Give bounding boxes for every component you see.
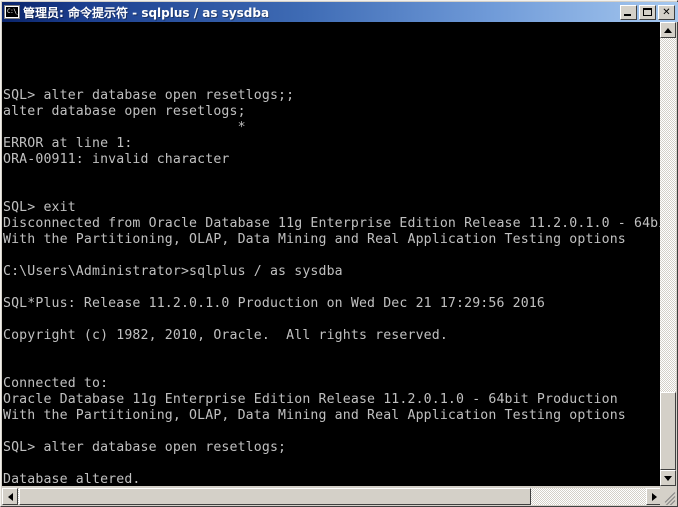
horizontal-scroll-thumb[interactable]	[19, 488, 531, 505]
terminal-line: SQL*Plus: Release 11.2.0.1.0 Production …	[3, 296, 545, 311]
terminal-line: ORA-00911: invalid character	[3, 152, 230, 167]
console-icon: C:\_	[4, 5, 20, 19]
minimize-button[interactable]	[620, 4, 637, 20]
scroll-left-arrow-icon	[7, 492, 13, 501]
scroll-up-arrow-icon	[664, 27, 672, 33]
close-button[interactable]: ✕	[658, 4, 675, 20]
close-icon: ✕	[662, 6, 671, 18]
terminal-line: SQL> alter database open resetlogs;;	[3, 88, 295, 103]
terminal-line: *	[3, 120, 246, 135]
horizontal-scrollbar[interactable]	[2, 488, 662, 505]
console-icon-text: C:\_	[6, 7, 18, 17]
window-title: 管理员: 命令提示符 - sqlplus / as sysdba	[23, 5, 270, 20]
terminal-line: ERROR at line 1:	[3, 136, 133, 151]
scroll-down-arrow-icon	[664, 475, 672, 481]
terminal-line: Disconnected from Oracle Database 11g En…	[3, 216, 662, 231]
terminal-line: With the Partitioning, OLAP, Data Mining…	[3, 408, 626, 423]
terminal-output-area[interactable]: SQL> alter database open resetlogs;; alte…	[2, 22, 662, 486]
minimize-icon	[624, 13, 631, 16]
window-controls: ✕	[620, 4, 675, 20]
terminal-line: C:\Users\Administrator>sqlplus / as sysd…	[3, 264, 343, 279]
vertical-scrollbar[interactable]	[660, 22, 676, 486]
terminal-line: Copyright (c) 1982, 2010, Oracle. All ri…	[3, 328, 448, 343]
terminal-line: SQL> exit	[3, 200, 76, 215]
scroll-right-arrow-icon	[651, 492, 657, 501]
vertical-scroll-thumb[interactable]	[660, 392, 676, 470]
terminal-screen: SQL> alter database open resetlogs;; alte…	[2, 22, 662, 486]
scroll-up-button[interactable]	[660, 22, 676, 38]
scroll-left-button[interactable]	[2, 488, 18, 505]
terminal-line: Database altered.	[3, 472, 141, 486]
title-bar[interactable]: C:\_ 管理员: 命令提示符 - sqlplus / as sysdba ✕	[2, 2, 678, 22]
resize-grip[interactable]	[660, 488, 676, 505]
terminal-line: alter database open resetlogs;	[3, 104, 246, 119]
maximize-button[interactable]	[639, 4, 656, 20]
terminal-line: Connected to:	[3, 376, 109, 391]
terminal-line: With the Partitioning, OLAP, Data Mining…	[3, 232, 626, 247]
scroll-down-button[interactable]	[660, 470, 676, 486]
terminal-line: SQL> alter database open resetlogs;	[3, 440, 287, 455]
terminal-line: Oracle Database 11g Enterprise Edition R…	[3, 392, 618, 407]
console-window: C:\_ 管理员: 命令提示符 - sqlplus / as sysdba ✕ …	[0, 0, 678, 507]
maximize-icon	[643, 7, 652, 16]
